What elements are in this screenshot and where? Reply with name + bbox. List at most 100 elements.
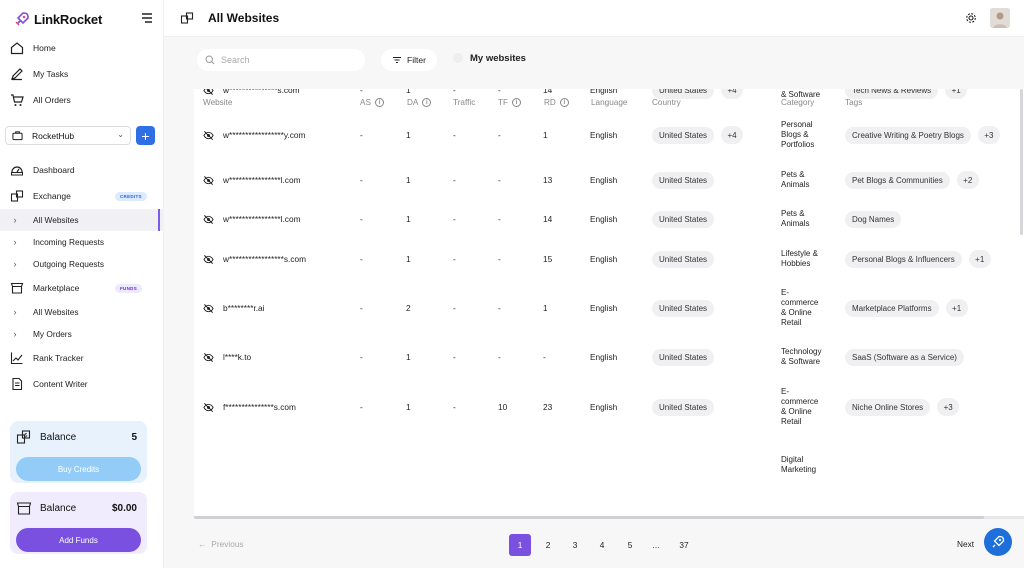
table-row[interactable]: f***************s.com - 1 - 10 23 English Unite… xyxy=(194,387,1024,427)
add-workspace-button[interactable]: + xyxy=(136,126,155,145)
nav-exchange[interactable]: Exchange CREDITS xyxy=(0,183,164,209)
nav-outgoing-requests[interactable]: › Outgoing Requests xyxy=(0,253,164,275)
tf-cell: - xyxy=(498,130,501,140)
nav-marketplace-all-websites[interactable]: › All Websites xyxy=(0,301,164,323)
table-row[interactable]: w****************l.com - 1 - - 14 English Unite… xyxy=(194,199,1024,239)
previous-button[interactable]: ← Previous xyxy=(198,539,244,549)
website-name[interactable]: w***************s.com xyxy=(223,89,300,95)
page-button[interactable]: 4 xyxy=(591,534,613,556)
page-button[interactable]: 1 xyxy=(509,534,531,556)
website-name[interactable]: w****************l.com xyxy=(223,214,300,224)
tags-cell: Creative Writing & Poetry Blogs +3 xyxy=(845,115,1000,155)
page-button[interactable]: 5 xyxy=(619,534,641,556)
nav-all-orders[interactable]: All Orders xyxy=(0,87,164,113)
tf-cell: - xyxy=(498,175,501,185)
nav-incoming-requests[interactable]: › Incoming Requests xyxy=(0,231,164,253)
tag-more-badge[interactable]: +1 xyxy=(968,250,991,268)
filter-button[interactable]: Filter xyxy=(381,49,437,71)
table-row[interactable]: w****************l.com - 1 - - 13 English Unite… xyxy=(194,160,1024,200)
tag-more-badge[interactable]: +3 xyxy=(977,126,1000,144)
category-text: Digital Marketing xyxy=(781,455,833,475)
category-line: commerce xyxy=(781,397,819,406)
page-button[interactable]: 37 xyxy=(673,534,695,556)
tag-more-badge[interactable]: +3 xyxy=(937,398,960,416)
country-more-badge[interactable]: +4 xyxy=(721,89,744,99)
rd-cell: 1 xyxy=(543,130,548,140)
nav-exchange-all-websites[interactable]: › All Websites xyxy=(0,209,164,231)
horizontal-scrollbar-thumb[interactable] xyxy=(194,516,984,519)
nav-rank-tracker[interactable]: Rank Tracker xyxy=(0,345,164,371)
table-row[interactable]: w*****************s.com - 1 - - 15 English Unit… xyxy=(194,239,1024,279)
website-name[interactable]: w*****************s.com xyxy=(223,254,306,264)
category-line: Lifestyle & xyxy=(781,249,818,258)
vertical-scrollbar[interactable] xyxy=(1020,89,1023,235)
next-button[interactable]: Next xyxy=(957,539,974,549)
nav-my-tasks[interactable]: My Tasks xyxy=(0,61,164,87)
table-row[interactable]: w***************s.com - 1 - - 14 English United… xyxy=(194,89,1024,110)
workspace-select[interactable]: RocketHub ⌄ xyxy=(5,126,131,145)
nav-dashboard[interactable]: Dashboard xyxy=(0,157,164,183)
nav-home[interactable]: Home xyxy=(0,35,164,61)
page-button[interactable]: ... xyxy=(645,534,667,556)
eye-off-icon[interactable] xyxy=(203,214,214,225)
tag-chip: Personal Blogs & Influencers xyxy=(845,250,962,268)
nav-marketplace-label: Marketplace xyxy=(33,283,80,293)
gear-icon[interactable] xyxy=(965,12,977,24)
search-box[interactable] xyxy=(197,49,365,71)
eye-off-icon[interactable] xyxy=(203,89,214,96)
eye-off-icon[interactable] xyxy=(203,175,214,186)
horizontal-scrollbar[interactable] xyxy=(194,516,1024,519)
page-button[interactable]: 2 xyxy=(537,534,559,556)
store-icon xyxy=(16,500,32,516)
category-line: Blogs & xyxy=(781,130,809,139)
category-cell: Pets & Animals xyxy=(781,160,833,200)
nav-marketplace[interactable]: Marketplace FUNDS xyxy=(0,275,164,301)
eye-off-icon[interactable] xyxy=(203,130,214,141)
table-row[interactable]: w*****************y.com - 1 - - 1 English Unite… xyxy=(194,115,1024,155)
rd-cell: 14 xyxy=(543,214,553,224)
funds-badge: FUNDS xyxy=(115,283,142,293)
eye-off-icon[interactable] xyxy=(203,402,214,413)
search-input[interactable] xyxy=(221,55,361,65)
website-name[interactable]: w*****************y.com xyxy=(223,130,305,140)
menu-icon[interactable] xyxy=(140,11,154,25)
website-cell: w****************l.com xyxy=(203,199,300,239)
nav-my-orders[interactable]: › My Orders xyxy=(0,323,164,345)
nav-my-tasks-label: My Tasks xyxy=(33,69,69,79)
avatar[interactable] xyxy=(990,8,1010,28)
website-name[interactable]: w****************l.com xyxy=(223,175,300,185)
nav-content-writer[interactable]: Content Writer xyxy=(0,371,164,397)
logo[interactable]: LinkRocket xyxy=(14,10,102,28)
buy-credits-button[interactable]: Buy Credits xyxy=(16,457,141,481)
credits-badge: CREDITS xyxy=(115,191,147,201)
website-name[interactable]: f***************s.com xyxy=(223,402,296,412)
tf-cell: 10 xyxy=(498,402,508,412)
website-name[interactable]: l****k.to xyxy=(223,352,251,362)
tags-cell: Niche Online Stores +3 xyxy=(845,387,960,427)
country-more-badge[interactable]: +4 xyxy=(721,126,744,144)
category-text: Lifestyle & Hobbies xyxy=(781,249,833,269)
language-cell: English xyxy=(590,89,618,95)
my-websites-toggle[interactable] xyxy=(453,53,463,63)
nav-all-orders-label: All Orders xyxy=(33,95,71,105)
page-button[interactable]: 3 xyxy=(564,534,586,556)
rocket-fab-button[interactable] xyxy=(984,528,1012,556)
table-row[interactable]: Digital Marketing xyxy=(194,445,1024,485)
plus-icon: + xyxy=(141,127,150,144)
eye-off-icon[interactable] xyxy=(203,352,214,363)
tag-more-badge[interactable]: +1 xyxy=(945,299,968,317)
table-row[interactable]: l****k.to - 1 - - - English United States Techno… xyxy=(194,337,1024,377)
tag-chip: Tech News & Reviews xyxy=(845,89,939,99)
language-cell: English xyxy=(590,214,618,224)
category-cell: Technology& Software xyxy=(781,89,833,110)
country-chip: United States xyxy=(652,398,715,416)
add-funds-button[interactable]: Add Funds xyxy=(16,528,141,552)
website-cell: b********r.ai xyxy=(203,288,265,328)
eye-off-icon[interactable] xyxy=(203,303,214,314)
tag-more-badge[interactable]: +2 xyxy=(956,171,979,189)
website-name[interactable]: b********r.ai xyxy=(223,303,265,313)
eye-off-icon[interactable] xyxy=(203,254,214,265)
table-row[interactable]: b********r.ai - 2 - - 1 English United States E-… xyxy=(194,288,1024,328)
tag-chip: Pet Blogs & Communities xyxy=(845,171,950,189)
tag-more-badge[interactable]: +1 xyxy=(945,89,968,99)
